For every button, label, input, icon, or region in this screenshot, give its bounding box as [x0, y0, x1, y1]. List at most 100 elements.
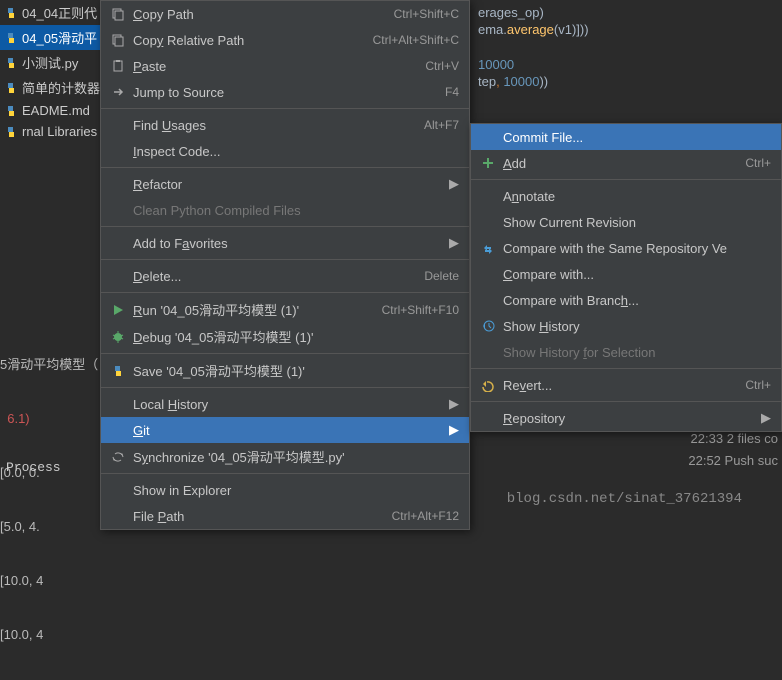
revert-icon: [479, 378, 497, 392]
menu-shortcut: F4: [445, 85, 459, 99]
menu-item[interactable]: Show History: [471, 313, 781, 339]
menu-item[interactable]: Run '04_05滑动平均模型 (1)'Ctrl+Shift+F10: [101, 296, 469, 323]
menu-item-label: Revert...: [503, 378, 745, 393]
menu-item[interactable]: Show Current Revision: [471, 209, 781, 235]
menu-item-label: Git: [133, 423, 441, 438]
python-file-icon: [4, 81, 18, 95]
project-file[interactable]: 小测试.py: [0, 50, 100, 75]
menu-item[interactable]: Local History ▶: [101, 391, 469, 417]
menu-item-label: Show History for Selection: [503, 345, 771, 360]
add-icon: [479, 156, 497, 170]
menu-item-label: Add to Favorites: [133, 236, 441, 251]
menu-item[interactable]: Delete...Delete: [101, 263, 469, 289]
code-line: 10000: [468, 56, 782, 73]
jump-icon: [109, 85, 127, 99]
menu-item-label: Find Usages: [133, 118, 424, 133]
compare-icon: [479, 241, 497, 255]
paste-icon: [109, 59, 127, 73]
menu-item-label: File Path: [133, 509, 392, 524]
python-file-icon: [4, 31, 18, 45]
menu-item[interactable]: Compare with the Same Repository Ve: [471, 235, 781, 261]
menu-item-label: Copy Path: [133, 7, 394, 22]
menu-item[interactable]: Jump to SourceF4: [101, 79, 469, 105]
menu-item-label: Run '04_05滑动平均模型 (1)': [133, 300, 382, 319]
menu-shortcut: Delete: [424, 269, 459, 283]
menu-shortcut: Ctrl+V: [425, 59, 459, 73]
run-icon: [109, 303, 127, 317]
git-submenu[interactable]: Commit File...AddCtrl+AnnotateShow Curre…: [470, 123, 782, 432]
project-file[interactable]: 04_05滑动平: [0, 25, 100, 50]
editor[interactable]: erages_op) ema.average(v1)])) 10000 tep,…: [468, 0, 782, 94]
menu-shortcut: Ctrl+: [745, 156, 771, 170]
project-file[interactable]: 04_04正则代: [0, 0, 100, 25]
process-label: Process: [6, 460, 61, 475]
menu-item-label: Inspect Code...: [133, 144, 459, 159]
code-line: tep, 10000)): [468, 73, 782, 90]
menu-shortcut: Ctrl+Shift+F10: [382, 303, 459, 317]
menu-item-label: Add: [503, 156, 745, 171]
menu-item[interactable]: Compare with Branch...: [471, 287, 781, 313]
menu-item-label: Compare with Branch...: [503, 293, 771, 308]
menu-item-label: Show History: [503, 319, 771, 334]
run-output: 5滑动平均模型（ 6.1) [0.0, 0. [5.0, 4. [10.0, 4…: [0, 320, 100, 680]
submenu-arrow-icon: ▶: [449, 235, 459, 251]
menu-item[interactable]: Annotate: [471, 183, 781, 209]
menu-item-label: Clean Python Compiled Files: [133, 203, 459, 218]
submenu-arrow-icon: ▶: [449, 396, 459, 412]
python-file-icon: [4, 56, 18, 70]
menu-item: Clean Python Compiled Files: [101, 197, 469, 223]
menu-item[interactable]: Inspect Code...: [101, 138, 469, 164]
menu-item[interactable]: Copy Relative PathCtrl+Alt+Shift+C: [101, 27, 469, 53]
menu-item[interactable]: Copy PathCtrl+Shift+C: [101, 1, 469, 27]
menu-item-label: Copy Relative Path: [133, 33, 373, 48]
menu-item[interactable]: Git ▶: [101, 417, 469, 443]
project-file[interactable]: rnal Libraries: [0, 121, 100, 142]
copy-icon: [109, 7, 127, 21]
menu-item[interactable]: Debug '04_05滑动平均模型 (1)': [101, 323, 469, 350]
menu-item[interactable]: Show in Explorer: [101, 477, 469, 503]
context-menu[interactable]: Copy PathCtrl+Shift+CCopy Relative PathC…: [100, 0, 470, 530]
menu-item[interactable]: Compare with...: [471, 261, 781, 287]
python-file-icon: [4, 104, 18, 118]
menu-item-label: Local History: [133, 397, 441, 412]
submenu-arrow-icon: ▶: [449, 422, 459, 438]
menu-item[interactable]: Find UsagesAlt+F7: [101, 112, 469, 138]
menu-item[interactable]: Add to Favorites ▶: [101, 230, 469, 256]
menu-item: Show History for Selection: [471, 339, 781, 365]
menu-item[interactable]: Refactor▶: [101, 171, 469, 197]
menu-shortcut: Alt+F7: [424, 118, 459, 132]
menu-item-label: Refactor: [133, 177, 441, 192]
python-file-icon: [4, 125, 18, 139]
code-line: erages_op): [468, 4, 782, 21]
code-line: ema.average(v1)])): [468, 21, 782, 38]
menu-shortcut: Ctrl+: [745, 378, 771, 392]
menu-item[interactable]: File PathCtrl+Alt+F12: [101, 503, 469, 529]
menu-item-label: Debug '04_05滑动平均模型 (1)': [133, 327, 459, 346]
menu-item[interactable]: Save '04_05滑动平均模型 (1)': [101, 357, 469, 384]
submenu-arrow-icon: ▶: [761, 410, 771, 426]
history-icon: [479, 319, 497, 333]
project-tree[interactable]: 04_04正则代04_05滑动平小测试.py简单的计数器EADME.mdrnal…: [0, 0, 100, 142]
menu-item[interactable]: Synchronize '04_05滑动平均模型.py': [101, 443, 469, 470]
menu-item-label: Save '04_05滑动平均模型 (1)': [133, 361, 459, 380]
menu-item-label: Delete...: [133, 269, 424, 284]
project-file[interactable]: EADME.md: [0, 100, 100, 121]
menu-item-label: Commit File...: [503, 130, 771, 145]
menu-item[interactable]: Commit File...: [471, 124, 781, 150]
menu-item[interactable]: Repository ▶: [471, 405, 781, 431]
event-log[interactable]: 22:33 2 files co 22:52 Push suc: [688, 428, 778, 472]
menu-item-label: Show in Explorer: [133, 483, 459, 498]
menu-item[interactable]: Revert...Ctrl+: [471, 372, 781, 398]
menu-item-label: Annotate: [503, 189, 771, 204]
python-file-icon: [4, 6, 18, 20]
menu-item[interactable]: PasteCtrl+V: [101, 53, 469, 79]
menu-item-label: Compare with the Same Repository Ve: [503, 241, 771, 256]
watermark: blog.csdn.net/sinat_37621394: [507, 491, 742, 507]
python-icon: [109, 364, 127, 378]
menu-item-label: Repository: [503, 411, 753, 426]
menu-item-label: Synchronize '04_05滑动平均模型.py': [133, 447, 459, 466]
menu-item-label: Compare with...: [503, 267, 771, 282]
menu-item[interactable]: AddCtrl+: [471, 150, 781, 176]
project-file[interactable]: 简单的计数器: [0, 75, 100, 100]
menu-item-label: Show Current Revision: [503, 215, 771, 230]
